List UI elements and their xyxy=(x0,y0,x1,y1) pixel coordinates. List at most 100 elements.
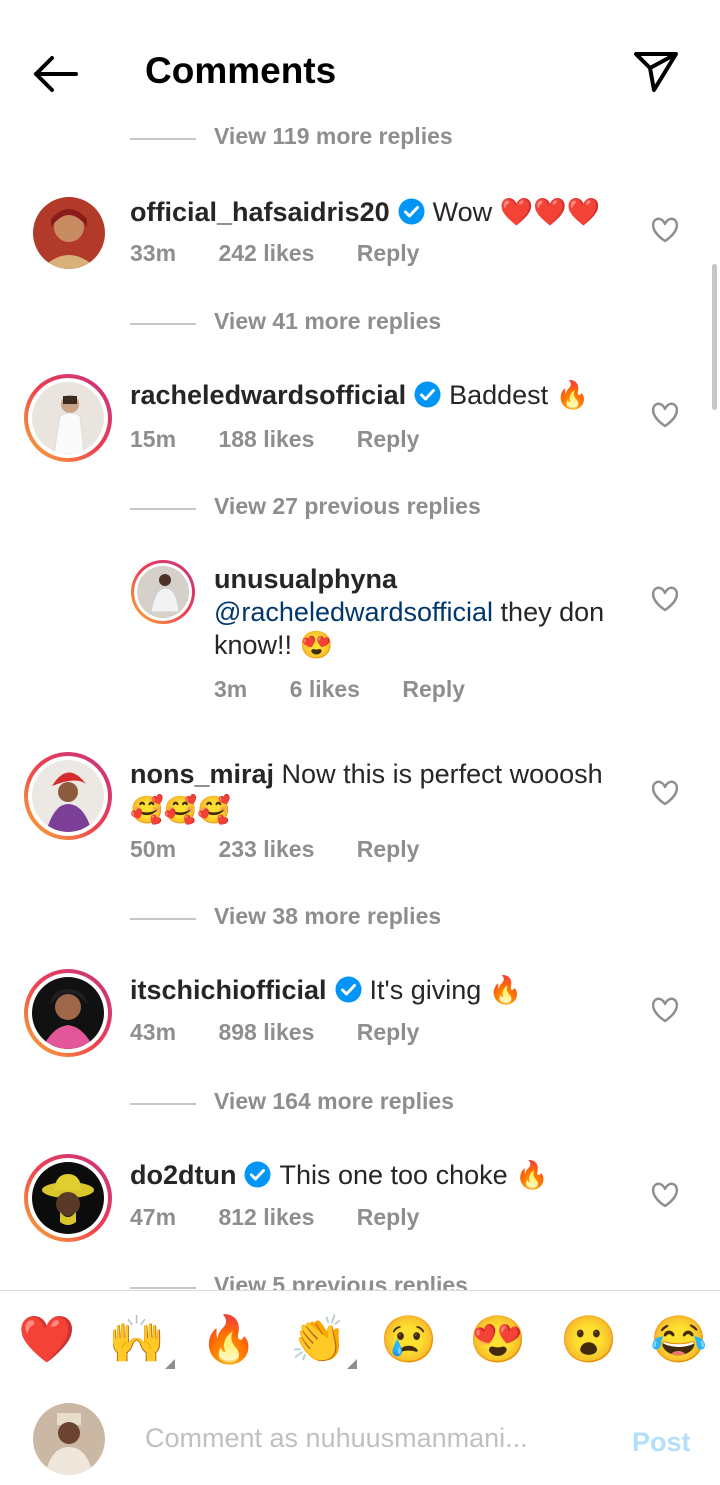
comment-username[interactable]: itschichiofficial xyxy=(130,975,327,1005)
comment-meta: 43m 898 likes Reply xyxy=(130,1019,419,1046)
view-replies-label: View 41 more replies xyxy=(214,308,442,334)
reply-button[interactable]: Reply xyxy=(357,426,420,453)
verified-badge-icon xyxy=(244,1161,271,1188)
thread-line xyxy=(130,1287,196,1289)
mention-link[interactable]: @racheledwardsofficial xyxy=(214,597,493,627)
view-replies-label: View 38 more replies xyxy=(214,903,442,929)
comment-text-line: nons_miraj Now this is perfect wooosh 🥰🥰… xyxy=(130,756,630,828)
avatar-image xyxy=(32,1162,104,1234)
avatar[interactable] xyxy=(24,752,112,840)
reply-button[interactable]: Reply xyxy=(357,1204,420,1231)
comment-meta: 3m 6 likes Reply xyxy=(214,676,465,703)
thread-line xyxy=(130,508,196,510)
fire-emoji[interactable]: 🔥 xyxy=(200,1313,257,1365)
avatar[interactable] xyxy=(24,374,112,462)
heart-icon[interactable] xyxy=(651,586,679,612)
comment-likes[interactable]: 812 likes xyxy=(218,1204,314,1231)
comment-meta: 50m 233 likes Reply xyxy=(130,836,419,863)
comment-likes[interactable]: 898 likes xyxy=(218,1019,314,1046)
avatar-ring-gap xyxy=(28,1158,108,1238)
skin-tone-indicator xyxy=(165,1359,176,1369)
avatar[interactable] xyxy=(24,969,112,1057)
comment-time: 43m xyxy=(130,1019,177,1045)
avatar[interactable] xyxy=(24,1154,112,1242)
reply-button[interactable]: Reply xyxy=(357,1019,420,1046)
heart-icon[interactable] xyxy=(651,402,679,428)
verified-badge-icon xyxy=(414,381,441,408)
reply-button[interactable]: Reply xyxy=(402,676,465,703)
emoji-glyph: 👏 xyxy=(290,1313,348,1365)
comment-username[interactable]: official_hafsaidris20 xyxy=(130,197,390,227)
post-button[interactable]: Post xyxy=(632,1427,691,1458)
reply-button[interactable]: Reply xyxy=(357,836,420,863)
scrollbar[interactable] xyxy=(712,264,717,410)
heart-icon[interactable] xyxy=(651,217,679,243)
thread-line xyxy=(130,1103,196,1105)
arrow-left-icon[interactable] xyxy=(30,52,82,96)
comment-body: @racheledwardsofficial they don know!! 😍 xyxy=(214,596,634,662)
comment-username[interactable]: do2dtun xyxy=(130,1160,236,1190)
avatar-image xyxy=(32,382,104,454)
avatar[interactable] xyxy=(131,560,195,624)
comment-username[interactable]: nons_miraj xyxy=(130,759,274,789)
raising-hands-emoji[interactable]: 🙌 xyxy=(108,1313,176,1369)
comment-body: Baddest 🔥 xyxy=(449,380,590,410)
avatar-image xyxy=(32,760,104,832)
page-title: Comments xyxy=(145,50,337,91)
red-heart-emoji[interactable]: ❤️ xyxy=(18,1313,75,1365)
comment-body: It's giving 🔥 xyxy=(369,975,523,1005)
comment-text-line: racheledwardsofficial Baddest 🔥 xyxy=(130,378,589,412)
avatar-ring-gap xyxy=(28,973,108,1053)
comment-meta: 15m 188 likes Reply xyxy=(130,426,419,453)
comment-username[interactable]: racheledwardsofficial xyxy=(130,380,406,410)
thread-line xyxy=(130,138,196,140)
reply-button[interactable]: Reply xyxy=(357,240,420,267)
comment-body: Wow ❤️❤️❤️ xyxy=(432,197,601,227)
avatar-ring-gap xyxy=(28,756,108,836)
comment-likes[interactable]: 233 likes xyxy=(218,836,314,863)
skin-tone-indicator xyxy=(347,1359,358,1369)
avatar-ring-gap xyxy=(134,563,192,621)
comment-time: 50m xyxy=(130,836,177,862)
avatar-image xyxy=(32,977,104,1049)
verified-badge-icon xyxy=(398,198,425,225)
comment-meta: 47m 812 likes Reply xyxy=(130,1204,419,1231)
tears-of-joy-emoji[interactable]: 😂 xyxy=(650,1313,707,1365)
comment-input[interactable] xyxy=(145,1423,565,1454)
comment-text-line: do2dtun This one too choke 🔥 xyxy=(130,1158,549,1192)
comment-text-line: official_hafsaidris20 Wow ❤️❤️❤️ xyxy=(130,195,601,229)
clapping-hands-emoji[interactable]: 👏 xyxy=(290,1313,358,1369)
avatar[interactable] xyxy=(33,197,105,269)
comment-time: 47m xyxy=(130,1204,177,1230)
avatar-image xyxy=(137,566,189,618)
comment-likes[interactable]: 6 likes xyxy=(290,676,360,703)
comment-time: 15m xyxy=(130,426,177,452)
view-replies-label: View 119 more replies xyxy=(214,123,453,149)
comment-text-line: itschichiofficial It's giving 🔥 xyxy=(130,973,522,1007)
comment-body: This one too choke 🔥 xyxy=(279,1160,549,1190)
comment-likes[interactable]: 242 likes xyxy=(218,240,314,267)
emoji-glyph: 🙌 xyxy=(108,1313,166,1365)
heart-icon[interactable] xyxy=(651,780,679,806)
comment-likes[interactable]: 188 likes xyxy=(218,426,314,453)
header-bar: Comments xyxy=(0,0,720,120)
view-replies-label: View 27 previous replies xyxy=(214,493,481,519)
heart-icon[interactable] xyxy=(651,1182,679,1208)
avatar-image xyxy=(33,197,105,269)
emoji-quick-bar: ❤️ 🙌 🔥 👏 😢 😍 😮 😂 xyxy=(0,1290,720,1390)
view-replies-label: View 164 more replies xyxy=(214,1088,454,1114)
paper-plane-icon[interactable] xyxy=(632,50,680,94)
avatar-ring-gap xyxy=(28,378,108,458)
heart-icon[interactable] xyxy=(651,997,679,1023)
comment-meta: 33m 242 likes Reply xyxy=(130,240,419,267)
comment-time: 33m xyxy=(130,240,177,266)
astonished-face-emoji[interactable]: 😮 xyxy=(560,1313,617,1365)
current-user-avatar xyxy=(33,1403,105,1475)
thread-line xyxy=(130,323,196,325)
verified-badge-icon xyxy=(335,976,362,1003)
comment-username[interactable]: unusualphyna xyxy=(214,564,397,594)
comment-username-line: unusualphyna xyxy=(214,562,397,596)
comment-composer: Post xyxy=(0,1389,720,1485)
crying-face-emoji[interactable]: 😢 xyxy=(380,1313,437,1365)
heart-eyes-emoji[interactable]: 😍 xyxy=(469,1313,526,1365)
